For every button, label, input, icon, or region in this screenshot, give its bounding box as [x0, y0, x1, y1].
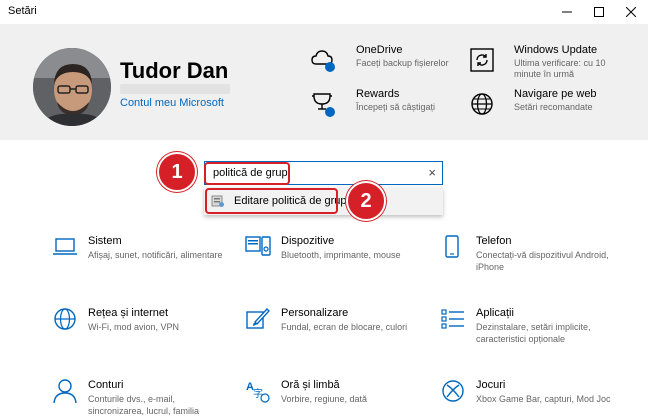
tile-gaming[interactable]: Jocuri Xbox Game Bar, capturi, Mod Joc — [440, 378, 620, 420]
tile-title: Jocuri — [476, 379, 506, 391]
minimize-button[interactable] — [552, 0, 582, 24]
rewards-title: Rewards — [356, 88, 400, 100]
minimize-icon — [562, 11, 572, 13]
tile-subtitle: Vorbire, regiune, dată — [281, 394, 368, 404]
onedrive-subtitle: Faceți backup fișierelor — [356, 58, 449, 68]
user-name: Tudor Dan — [120, 58, 229, 83]
tile-system[interactable]: Sistem Afișaj, sunet, notificări, alimen… — [52, 234, 232, 294]
user-photo — [33, 48, 111, 126]
phone-icon — [445, 235, 459, 258]
apps-list-icon — [441, 309, 464, 329]
windows-update-subtitle: Ultima verificare: cu 10 minute în urmă — [514, 58, 606, 79]
refresh-icon — [470, 48, 494, 72]
tile-apps[interactable]: Aplicații Dezinstalare, setări implicite… — [440, 306, 620, 366]
title-bar: Setări — [0, 0, 648, 24]
tile-title: Personalizare — [281, 307, 349, 319]
account-email-redacted — [120, 84, 230, 94]
profile-header: Tudor Dan Contul meu Microsoft OneDrive … — [0, 24, 648, 140]
web-browsing-item[interactable]: Navigare pe web Setări recomandate — [468, 88, 608, 128]
tile-accounts[interactable]: Conturi Conturile dvs., e-mail, sincroni… — [52, 378, 232, 420]
tile-devices[interactable]: Dispozitive Bluetooth, imprimante, mouse — [245, 234, 425, 294]
tile-subtitle: Afișaj, sunet, notificări, alimentare — [88, 250, 223, 260]
clear-search-icon[interactable]: × — [428, 166, 436, 180]
tile-title: Aplicații — [476, 307, 514, 319]
tile-network[interactable]: Rețea și internet Wi-Fi, mod avion, VPN — [52, 306, 232, 366]
rewards-item[interactable]: Rewards Începeți să câștigați — [310, 88, 450, 128]
window-title: Setări — [8, 5, 37, 17]
close-button[interactable] — [616, 0, 646, 24]
maximize-icon — [594, 7, 604, 17]
laptop-icon — [53, 238, 77, 255]
callout-badge-1: 1 — [157, 152, 197, 192]
tile-subtitle: Conectați-vă dispozitivul Android, iPhon… — [476, 250, 609, 272]
windows-update-title: Windows Update — [514, 44, 598, 56]
windows-update-item[interactable]: Windows Update Ultima verificare: cu 10 … — [468, 44, 608, 84]
tile-subtitle: Dezinstalare, setări implicite, caracter… — [476, 322, 591, 344]
xbox-icon — [442, 380, 464, 402]
onedrive-cloud-icon — [311, 50, 335, 72]
onedrive-item[interactable]: OneDrive Faceți backup fișierelor — [310, 44, 450, 84]
time-language-icon: A 字 — [246, 381, 270, 403]
web-browsing-title: Navigare pe web — [514, 88, 597, 100]
tile-title: Rețea și internet — [88, 307, 169, 319]
avatar — [33, 48, 111, 126]
suggestion-highlight — [205, 188, 338, 214]
microsoft-account-link[interactable]: Contul meu Microsoft — [120, 97, 224, 109]
search-text-highlight — [204, 162, 290, 185]
maximize-button[interactable] — [584, 0, 614, 24]
globe-icon — [54, 308, 76, 330]
tile-subtitle: Xbox Game Bar, capturi, Mod Joc — [476, 394, 611, 404]
callout-badge-2: 2 — [346, 181, 386, 221]
tile-subtitle: Wi-Fi, mod avion, VPN — [88, 322, 180, 332]
trophy-icon — [312, 93, 335, 117]
tile-title: Dispozitive — [281, 235, 335, 247]
close-icon — [626, 7, 636, 17]
tile-title: Sistem — [88, 235, 122, 247]
devices-icon — [245, 236, 271, 256]
rewards-subtitle: Începeți să câștigați — [356, 102, 436, 112]
tile-subtitle: Conturile dvs., e-mail, sincronizarea, l… — [88, 394, 200, 416]
tile-phone[interactable]: Telefon Conectați-vă dispozitivul Androi… — [440, 234, 620, 294]
tile-subtitle: Fundal, ecran de blocare, culori — [281, 322, 408, 332]
tile-title: Oră și limbă — [281, 379, 340, 391]
tile-title: Conturi — [88, 379, 124, 391]
brush-icon — [246, 308, 270, 329]
web-browsing-subtitle: Setări recomandate — [514, 102, 593, 112]
onedrive-title: OneDrive — [356, 44, 403, 56]
tile-title: Telefon — [476, 235, 512, 247]
tile-subtitle: Bluetooth, imprimante, mouse — [281, 250, 401, 260]
tile-personalization[interactable]: Personalizare Fundal, ecran de blocare, … — [245, 306, 425, 366]
person-icon — [53, 379, 77, 404]
globe-icon — [471, 93, 493, 115]
tile-time-language[interactable]: A 字 Oră și limbă Vorbire, regiune, dată — [245, 378, 425, 420]
